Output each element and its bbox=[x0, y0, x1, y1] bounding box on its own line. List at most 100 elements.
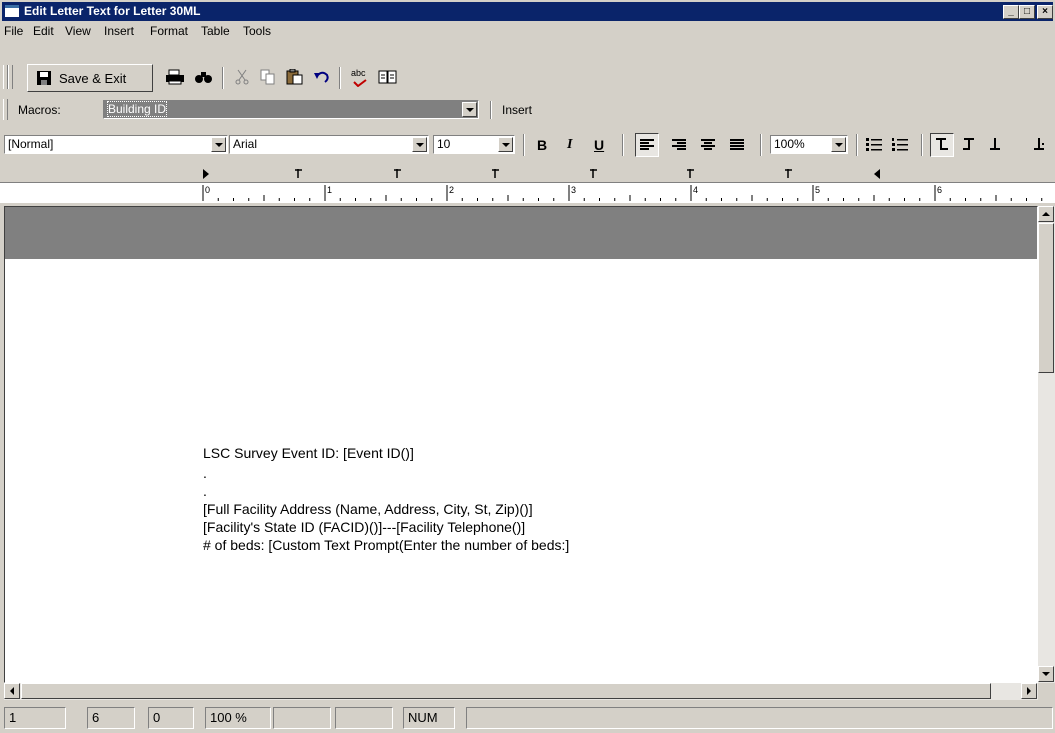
font-select-value: Arial bbox=[233, 137, 258, 151]
arrow-up-icon bbox=[1042, 212, 1050, 216]
menu-view[interactable]: View bbox=[65, 24, 91, 38]
cut-button[interactable] bbox=[232, 69, 252, 87]
menu-bar: File Edit View Insert Format Table Tools bbox=[0, 22, 1055, 40]
print-button[interactable] bbox=[164, 69, 186, 87]
scroll-right-button[interactable] bbox=[1021, 683, 1037, 699]
close-button[interactable]: × bbox=[1037, 5, 1053, 19]
ruler-scale: 0 1 2 3 4 5 6 bbox=[202, 185, 1043, 201]
chevron-down-icon[interactable] bbox=[412, 137, 427, 152]
status-column: 0 bbox=[148, 707, 194, 729]
tab-stops bbox=[203, 169, 880, 179]
chevron-down-icon[interactable] bbox=[498, 137, 513, 152]
horizontal-scrollbar[interactable] bbox=[4, 683, 1038, 700]
ruler-label: 5 bbox=[815, 185, 820, 195]
title-bar: Edit Letter Text for Letter 30ML _ □ × bbox=[2, 2, 1053, 21]
status-num-lock: NUM bbox=[403, 707, 455, 729]
paste-icon bbox=[286, 68, 303, 85]
status-bar: 1 6 0 100 % NUM bbox=[0, 705, 1055, 731]
page-header-area bbox=[5, 207, 1037, 259]
insert-macro-button[interactable]: Insert bbox=[502, 103, 532, 117]
toolbar-separator bbox=[622, 134, 624, 156]
font-size-select-value: 10 bbox=[437, 137, 451, 151]
menu-insert[interactable]: Insert bbox=[104, 24, 134, 38]
window-title: Edit Letter Text for Letter 30ML bbox=[24, 4, 201, 18]
scroll-left-button[interactable] bbox=[4, 683, 20, 699]
spellcheck-icon: abc bbox=[351, 68, 366, 78]
align-center-icon[interactable] bbox=[701, 139, 715, 151]
center-tab-icon[interactable] bbox=[989, 138, 1001, 152]
paste-button[interactable] bbox=[284, 68, 306, 87]
ruler-label: 3 bbox=[571, 185, 576, 195]
toolbar-grip[interactable] bbox=[8, 65, 13, 89]
menu-format[interactable]: Format bbox=[150, 24, 188, 38]
app-icon bbox=[5, 5, 19, 17]
ruler[interactable]: 0 1 2 3 4 5 6 bbox=[0, 182, 1055, 203]
copy-button[interactable] bbox=[258, 69, 278, 87]
bold-button[interactable]: B bbox=[537, 137, 547, 153]
toolbar-separator bbox=[921, 134, 923, 156]
document-editor[interactable]: LSC Survey Event ID: [Event ID()] . . [F… bbox=[4, 206, 1038, 683]
chevron-down-icon[interactable] bbox=[211, 137, 226, 152]
status-pane bbox=[273, 707, 331, 729]
menu-table[interactable]: Table bbox=[201, 24, 230, 38]
justify-icon[interactable] bbox=[730, 139, 744, 151]
copy-icon bbox=[260, 69, 275, 85]
check-mark-icon bbox=[353, 79, 367, 87]
zoom-select[interactable]: 100% bbox=[770, 135, 848, 154]
underline-button[interactable]: U bbox=[594, 137, 604, 153]
cut-icon bbox=[235, 69, 249, 85]
scroll-down-button[interactable] bbox=[1038, 666, 1054, 682]
macros-label: Macros: bbox=[18, 103, 61, 117]
document-line: # of beds: [Custom Text Prompt(Enter the… bbox=[203, 537, 570, 553]
toolbar-grip[interactable] bbox=[3, 99, 8, 120]
save-exit-button[interactable]: Save & Exit bbox=[27, 64, 153, 92]
chevron-down-icon[interactable] bbox=[831, 137, 846, 152]
decimal-tab-icon[interactable] bbox=[1033, 138, 1045, 152]
standard-toolbar: Save & Exit abc bbox=[0, 63, 1055, 93]
right-tab-icon[interactable] bbox=[963, 138, 975, 152]
maximize-button[interactable]: □ bbox=[1019, 5, 1035, 19]
status-message bbox=[466, 707, 1053, 729]
style-select-value: [Normal] bbox=[8, 137, 54, 151]
find-button[interactable] bbox=[193, 69, 215, 87]
toolbar-separator bbox=[760, 134, 762, 156]
italic-button[interactable]: I bbox=[567, 137, 572, 153]
vertical-scrollbar[interactable] bbox=[1038, 206, 1055, 683]
scroll-up-button[interactable] bbox=[1038, 206, 1054, 222]
formatting-toolbar: [Normal] Arial 10 B I U 100% bbox=[0, 130, 1055, 160]
chevron-down-icon[interactable] bbox=[462, 102, 477, 117]
left-tab-button[interactable] bbox=[930, 133, 954, 157]
bullet-list-icon[interactable] bbox=[866, 138, 882, 152]
font-select[interactable]: Arial bbox=[229, 135, 429, 154]
align-left-icon bbox=[640, 139, 654, 150]
minimize-button[interactable]: _ bbox=[1003, 5, 1019, 19]
vertical-scroll-thumb[interactable] bbox=[1038, 223, 1054, 373]
spellcheck-button[interactable]: abc bbox=[348, 68, 372, 88]
application-window: Edit Letter Text for Letter 30ML _ □ × F… bbox=[0, 0, 1055, 733]
font-size-select[interactable]: 10 bbox=[433, 135, 515, 154]
find-icon bbox=[195, 72, 212, 83]
macros-select-value: Building ID bbox=[107, 101, 168, 117]
menu-file[interactable]: File bbox=[4, 24, 23, 38]
style-select[interactable]: [Normal] bbox=[4, 135, 228, 154]
undo-icon bbox=[314, 71, 329, 83]
ruler-label: 4 bbox=[693, 185, 698, 195]
align-right-icon[interactable] bbox=[672, 139, 686, 151]
arrow-down-icon bbox=[1042, 672, 1050, 676]
thesaurus-button[interactable] bbox=[377, 69, 399, 87]
print-icon bbox=[166, 69, 184, 85]
status-zoom: 100 % bbox=[205, 707, 271, 729]
ruler-label: 2 bbox=[449, 185, 454, 195]
ruler-label: 6 bbox=[937, 185, 942, 195]
menu-tools[interactable]: Tools bbox=[243, 24, 271, 38]
horizontal-scroll-thumb[interactable] bbox=[21, 683, 991, 699]
numbered-list-icon[interactable] bbox=[892, 138, 908, 152]
toolbar-separator bbox=[856, 134, 858, 156]
menu-edit[interactable]: Edit bbox=[33, 24, 54, 38]
undo-button[interactable] bbox=[312, 69, 332, 87]
macros-toolbar: Macros: Building ID Insert bbox=[0, 98, 1055, 122]
macros-select[interactable]: Building ID bbox=[103, 100, 479, 119]
document-line: [Facility's State ID (FACID)()]---[Facil… bbox=[203, 519, 526, 535]
align-left-button[interactable] bbox=[635, 133, 659, 157]
tab-stop-bar bbox=[0, 167, 1055, 181]
